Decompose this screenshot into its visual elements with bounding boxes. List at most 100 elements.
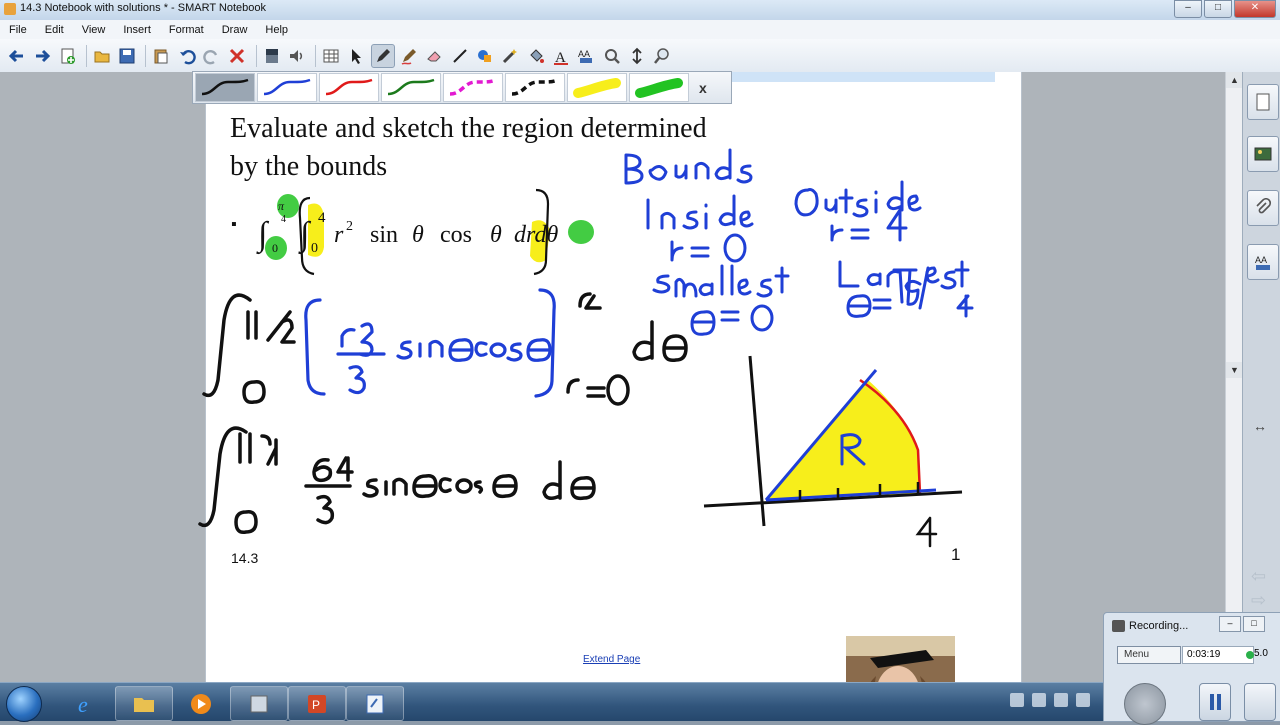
gallery-tab[interactable] <box>1247 136 1279 172</box>
zoom-icon[interactable] <box>651 45 673 67</box>
highlighter-green[interactable] <box>629 73 689 102</box>
menu-insert[interactable]: Insert <box>114 24 160 36</box>
tray-icon[interactable] <box>1054 693 1068 707</box>
page-footer-label: 14.3 <box>231 550 259 566</box>
recorder-elapsed-time: 0:03:19 <box>1182 646 1254 664</box>
screen-recorder-panel: Recording... – □ Menu 0:03:19 5.0 <box>1103 612 1280 725</box>
menu-help[interactable]: Help <box>256 24 297 36</box>
svg-text:AA: AA <box>1255 255 1267 265</box>
smart-notebook-app-icon <box>4 3 16 15</box>
bullet-marker: ▪ <box>231 216 237 233</box>
page-number: 1 <box>951 545 961 564</box>
move-icon[interactable] <box>626 45 648 67</box>
side-tab-panel: AA ↔ ⇦ ⇨ <box>1242 72 1280 682</box>
main-toolbar: A AA <box>0 39 1280 73</box>
scroll-up-icon[interactable]: ▲ <box>1226 72 1243 88</box>
magnifier-icon[interactable] <box>601 45 623 67</box>
file-explorer-icon[interactable] <box>115 686 173 721</box>
line-icon[interactable] <box>449 45 471 67</box>
creative-pen-icon[interactable] <box>398 45 420 67</box>
menu-bar: File Edit View Insert Format Draw Help <box>0 20 1280 40</box>
table-icon[interactable] <box>320 45 342 67</box>
pen-toolbar: x <box>192 71 732 104</box>
windows-taskbar: e P <box>0 682 1103 722</box>
back-icon[interactable] <box>6 45 28 67</box>
window-title: 14.3 Notebook with solutions * - SMART N… <box>20 2 267 14</box>
recorder-title: Recording... <box>1129 620 1189 632</box>
redo-icon[interactable] <box>201 45 223 67</box>
pen-red[interactable] <box>319 73 379 102</box>
svg-text:A: A <box>555 50 566 65</box>
pause-button[interactable] <box>1199 683 1231 721</box>
highlighter-yellow[interactable] <box>567 73 627 102</box>
sound-icon[interactable] <box>286 45 308 67</box>
internet-explorer-icon[interactable]: e <box>58 686 116 721</box>
minimize-button[interactable]: – <box>1174 0 1202 18</box>
menu-format[interactable]: Format <box>160 24 213 36</box>
menu-draw[interactable]: Draw <box>213 24 257 36</box>
pen-blue[interactable] <box>257 73 317 102</box>
paste-icon[interactable] <box>150 45 172 67</box>
pen-magenta-dashed[interactable] <box>443 73 503 102</box>
recorder-minimize-button[interactable]: – <box>1219 616 1241 632</box>
toolbar-separator <box>255 44 257 67</box>
toolbar-separator <box>145 44 147 67</box>
page-sorter-tab[interactable] <box>1247 84 1279 120</box>
question-text: Evaluate and sketch the region determine… <box>230 113 707 182</box>
select-icon[interactable] <box>346 45 368 67</box>
move-left-icon[interactable]: ⇦ <box>1251 566 1266 587</box>
stop-button[interactable] <box>1244 683 1276 721</box>
magic-pen-icon[interactable] <box>499 45 521 67</box>
properties-tab[interactable]: AA <box>1247 244 1279 280</box>
shape-icon[interactable] <box>474 45 496 67</box>
pen-green[interactable] <box>381 73 441 102</box>
tray-icon[interactable] <box>1010 693 1024 707</box>
attachments-tab[interactable] <box>1247 190 1279 226</box>
svg-text:P: P <box>312 698 320 712</box>
toolbar-separator <box>85 44 87 67</box>
resize-arrows-icon[interactable]: ↔ <box>1253 418 1267 434</box>
delete-icon[interactable] <box>226 45 248 67</box>
open-icon[interactable] <box>91 45 113 67</box>
menu-edit[interactable]: Edit <box>36 24 73 36</box>
tray-icon[interactable] <box>1076 693 1090 707</box>
screen-shade-icon[interactable] <box>261 45 283 67</box>
recorder-camera-icon <box>1112 620 1125 632</box>
fill-icon[interactable] <box>525 45 547 67</box>
taskbar-app-icon[interactable] <box>230 686 288 721</box>
undo-icon[interactable] <box>176 45 198 67</box>
pen-toolbar-close-button[interactable]: x <box>699 80 707 96</box>
recorder-fps: 5.0 <box>1254 648 1268 659</box>
start-button-icon[interactable] <box>6 686 42 722</box>
maximize-button[interactable]: □ <box>1204 0 1232 18</box>
text-icon[interactable]: A <box>550 45 572 67</box>
recorder-window-controls: – □ <box>1219 616 1265 632</box>
smart-notebook-taskbar-icon[interactable] <box>346 686 404 721</box>
move-right-icon[interactable]: ⇨ <box>1251 590 1266 611</box>
recorder-restore-button[interactable]: □ <box>1243 616 1265 632</box>
record-button[interactable] <box>1124 683 1166 725</box>
menu-file[interactable]: File <box>0 24 36 36</box>
svg-text:AA: AA <box>578 49 590 59</box>
close-window-button[interactable]: ✕ <box>1234 0 1276 18</box>
add-page-icon[interactable] <box>57 45 79 67</box>
pen-black-dashed[interactable] <box>505 73 565 102</box>
tray-icon[interactable] <box>1032 693 1046 707</box>
pen-black[interactable] <box>195 73 255 102</box>
forward-icon[interactable] <box>31 45 53 67</box>
svg-text:e: e <box>78 692 88 716</box>
extend-page-link[interactable]: Extend Page <box>583 654 640 665</box>
scroll-down-icon[interactable]: ▼ <box>1226 362 1243 378</box>
powerpoint-icon[interactable]: P <box>288 686 346 721</box>
menu-view[interactable]: View <box>73 24 115 36</box>
recorder-menu-dropdown[interactable]: Menu <box>1117 646 1181 664</box>
window-controls: – □ ✕ <box>1174 0 1276 18</box>
properties-icon[interactable]: AA <box>575 45 597 67</box>
title-bar: 14.3 Notebook with solutions * - SMART N… <box>0 0 1280 21</box>
media-player-icon[interactable] <box>172 686 230 721</box>
eraser-icon[interactable] <box>423 45 445 67</box>
save-icon[interactable] <box>116 45 138 67</box>
pen-icon[interactable] <box>370 43 395 68</box>
vertical-scrollbar[interactable]: ▲ ▼ <box>1225 72 1243 612</box>
toolbar-separator <box>315 44 317 67</box>
